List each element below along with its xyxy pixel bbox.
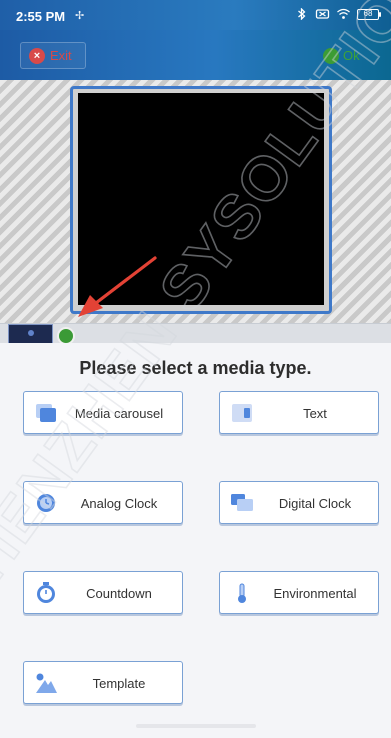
- annotation-arrow: [78, 256, 157, 317]
